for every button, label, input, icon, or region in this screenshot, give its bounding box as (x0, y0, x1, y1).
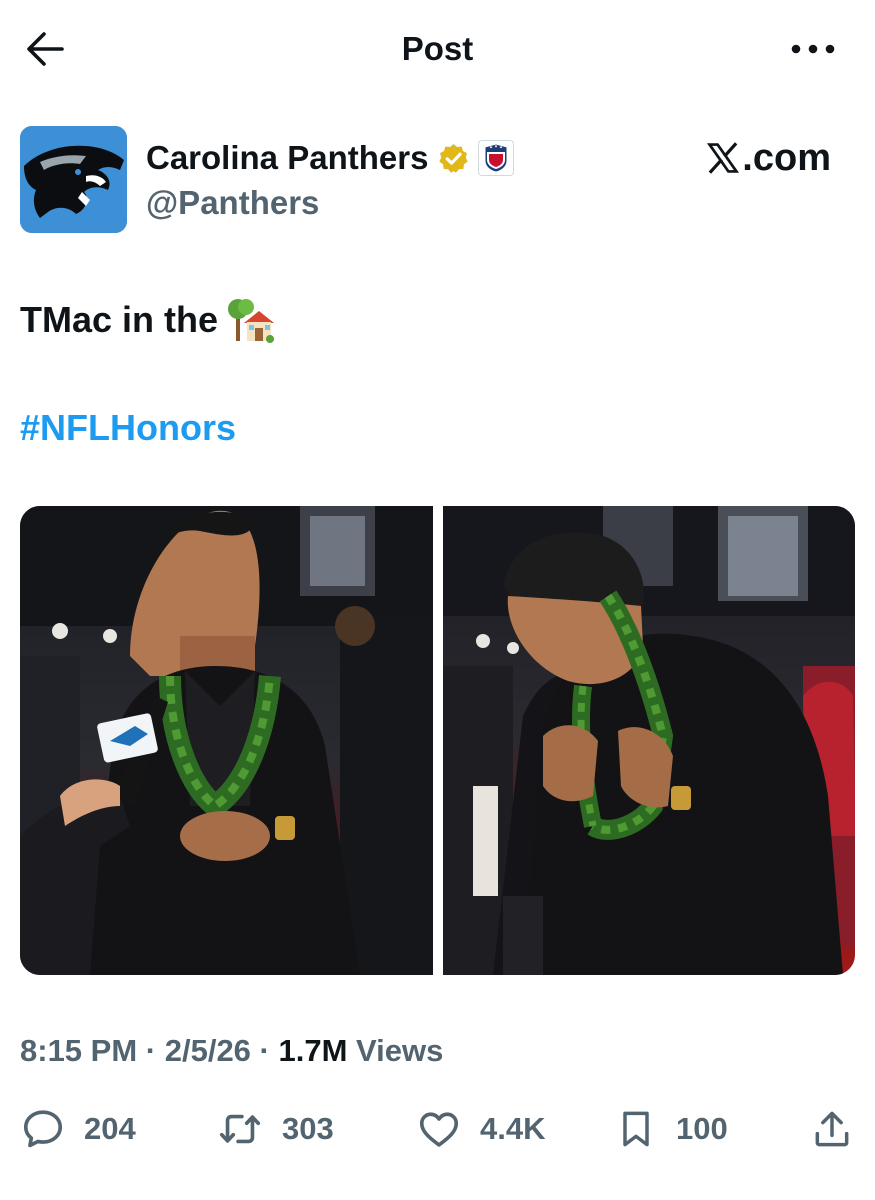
bookmark-icon (623, 1111, 649, 1147)
hashtag-link[interactable]: #NFLHonors (20, 405, 236, 451)
author-handle[interactable]: @Panthers (146, 182, 319, 224)
reply-bubble-icon (23, 1110, 63, 1148)
top-bar: Post (0, 0, 875, 100)
repost-icon (219, 1114, 261, 1144)
affiliate-badge[interactable] (478, 140, 515, 176)
heart-icon (419, 1112, 459, 1147)
source-domain: .com (742, 137, 831, 179)
action-bar: 204 303 4.4K 100 (20, 1104, 855, 1154)
meta-separator-2: · (250, 1033, 279, 1068)
post-text: TMac in the (20, 295, 276, 345)
house-with-tree-emoji-icon (228, 299, 275, 343)
share-upload-icon (815, 1111, 849, 1147)
views-label: Views (356, 1033, 444, 1068)
more-options-button[interactable] (789, 36, 837, 62)
verified-badge-icon (439, 143, 469, 173)
repost-button[interactable]: 303 (216, 1104, 334, 1154)
avatar[interactable] (20, 126, 127, 233)
author-name[interactable]: Carolina Panthers (146, 137, 428, 179)
media-grid (20, 506, 855, 975)
reply-button[interactable]: 204 (20, 1104, 136, 1154)
meta-separator: · (137, 1033, 165, 1068)
post-meta: 8:15 PM · 2/5/26 · 1.7M Views (20, 1030, 443, 1072)
post-time[interactable]: 8:15 PM (20, 1033, 137, 1068)
panther-logo-icon (20, 126, 127, 233)
source-label: .com (706, 136, 831, 180)
page-title: Post (401, 30, 474, 67)
photo-player-adjusting-lei (442, 506, 855, 975)
share-button[interactable] (810, 1104, 854, 1154)
repost-count: 303 (282, 1111, 334, 1146)
post-date[interactable]: 2/5/26 (165, 1033, 251, 1068)
nfl-shield-icon (484, 143, 508, 173)
like-button[interactable]: 4.4K (416, 1104, 545, 1154)
bookmark-button[interactable]: 100 (614, 1104, 728, 1154)
photo-player-smiling-interview (20, 506, 433, 975)
x-logo-icon (707, 142, 740, 174)
post-text-content: TMac in the (20, 299, 219, 340)
like-count: 4.4K (480, 1111, 546, 1146)
bookmark-count: 100 (676, 1111, 728, 1146)
views-count: 1.7M (278, 1033, 348, 1068)
more-horizontal-icon (791, 44, 835, 54)
media-photo-1[interactable] (20, 506, 433, 975)
reply-count: 204 (84, 1111, 136, 1146)
media-photo-2[interactable] (442, 506, 855, 975)
author-name-row: Carolina Panthers (146, 137, 515, 179)
